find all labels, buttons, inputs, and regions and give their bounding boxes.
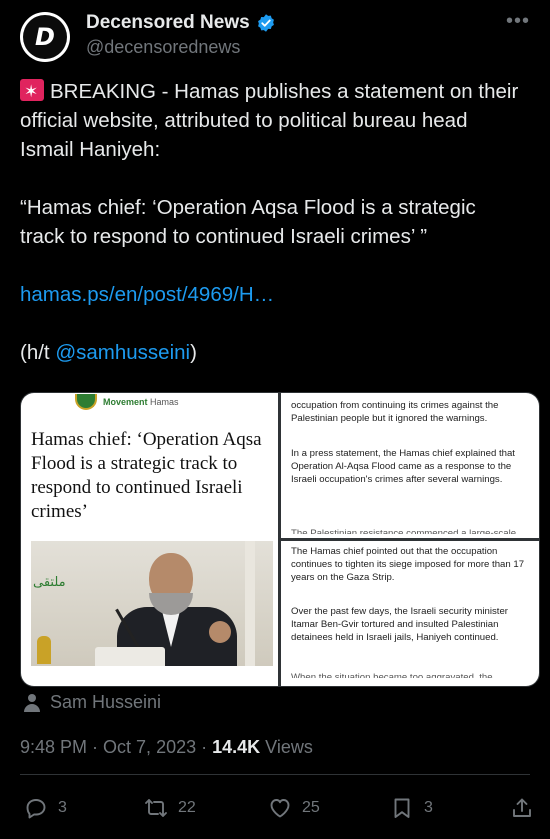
heart-icon bbox=[270, 799, 290, 818]
photo-sign-text: ملتقى bbox=[33, 575, 66, 590]
name-row: Decensored News bbox=[86, 12, 276, 34]
retweet-icon bbox=[145, 799, 167, 817]
tweet-time[interactable]: 9:48 PM bbox=[20, 737, 87, 757]
hat-tip: (h/t @samhusseini) bbox=[20, 338, 520, 367]
tweet-line-breaking-text: BREAKING - Hamas publishes a statement o… bbox=[20, 80, 519, 161]
article-paragraph: Over the past few days, the Israeli secu… bbox=[291, 606, 509, 643]
tweet-meta: 9:48 PM · Oct 7, 2023 · 14.4K Views bbox=[20, 737, 313, 758]
views-label: Views bbox=[260, 737, 313, 757]
tweet-date[interactable]: Oct 7, 2023 bbox=[103, 737, 196, 757]
tweet-line-breaking: BREAKING - Hamas publishes a statement o… bbox=[20, 77, 520, 164]
reply-count: 3 bbox=[58, 799, 67, 816]
article-title: Hamas chief: ‘Operation Aqsa Flood is a … bbox=[31, 429, 262, 522]
site-logo: Movement Hamas bbox=[75, 393, 179, 411]
media-image-article-headline[interactable]: Movement Hamas Hamas chief: ‘Operation A… bbox=[21, 393, 278, 686]
siren-emoji-icon bbox=[20, 77, 44, 106]
avatar[interactable]: D bbox=[20, 12, 70, 62]
retweet-count: 22 bbox=[178, 799, 196, 816]
media-grid[interactable]: Movement Hamas Hamas chief: ‘Operation A… bbox=[20, 392, 540, 687]
person-icon bbox=[24, 693, 40, 712]
verified-badge-icon bbox=[257, 14, 274, 32]
article-paragraph: In a press statement, the Hamas chief ex… bbox=[291, 448, 515, 485]
article-photo: ملتقى bbox=[31, 541, 273, 666]
user-handle[interactable]: @decensorednews bbox=[86, 37, 240, 58]
reply-icon bbox=[26, 799, 46, 819]
movement-name: Hamas bbox=[150, 397, 179, 407]
display-name[interactable]: Decensored News bbox=[86, 12, 250, 34]
bookmark-icon bbox=[394, 798, 410, 818]
hat-tip-suffix: ) bbox=[190, 341, 197, 364]
media-image-article-text-2[interactable]: The Hamas chief pointed out that the occ… bbox=[281, 541, 539, 686]
tweet-header: D Decensored News @decensorednews ••• bbox=[20, 10, 530, 62]
views-count: 14.4K bbox=[212, 737, 261, 757]
retweet-button[interactable]: 22 bbox=[144, 796, 196, 820]
avatar-logo: D bbox=[23, 15, 67, 59]
bookmark-count: 3 bbox=[424, 799, 433, 816]
article-paragraph: occupation from continuing its crimes ag… bbox=[291, 400, 499, 424]
bookmark-button[interactable]: 3 bbox=[390, 796, 433, 820]
like-count: 25 bbox=[302, 799, 320, 816]
meta-separator: · bbox=[87, 737, 104, 757]
movement-label: Movement bbox=[103, 397, 148, 407]
meta-separator: · bbox=[196, 737, 213, 757]
media-image-article-text-1[interactable]: occupation from continuing its crimes ag… bbox=[281, 393, 539, 538]
article-paragraph-cut: When the situation became too aggravated… bbox=[291, 672, 493, 678]
article-paragraph: The Hamas chief pointed out that the occ… bbox=[291, 546, 525, 583]
hat-tip-prefix: (h/t bbox=[20, 341, 56, 364]
mention-link[interactable]: @samhusseini bbox=[55, 341, 190, 364]
like-button[interactable]: 25 bbox=[268, 796, 320, 820]
article-paragraph-cut: The Palestinian resistance commenced a l… bbox=[291, 528, 517, 534]
tweet-text: BREAKING - Hamas publishes a statement o… bbox=[20, 77, 520, 367]
tweet-actions: 3 22 25 3 bbox=[24, 796, 532, 826]
attribution-name[interactable]: Sam Husseini bbox=[50, 692, 161, 713]
share-button[interactable] bbox=[510, 796, 534, 820]
site-logo-text: Movement Hamas bbox=[103, 397, 179, 407]
divider bbox=[20, 774, 530, 775]
more-options-icon[interactable]: ••• bbox=[506, 10, 530, 33]
media-attribution[interactable]: Sam Husseini bbox=[24, 692, 161, 713]
reply-button[interactable]: 3 bbox=[24, 796, 67, 820]
share-icon bbox=[513, 798, 531, 817]
hamas-seal-icon bbox=[75, 394, 97, 410]
tweet-link[interactable]: hamas.ps/en/post/4969/H… bbox=[20, 283, 274, 306]
tweet-quote: “Hamas chief: ‘Operation Aqsa Flood is a… bbox=[20, 196, 476, 248]
